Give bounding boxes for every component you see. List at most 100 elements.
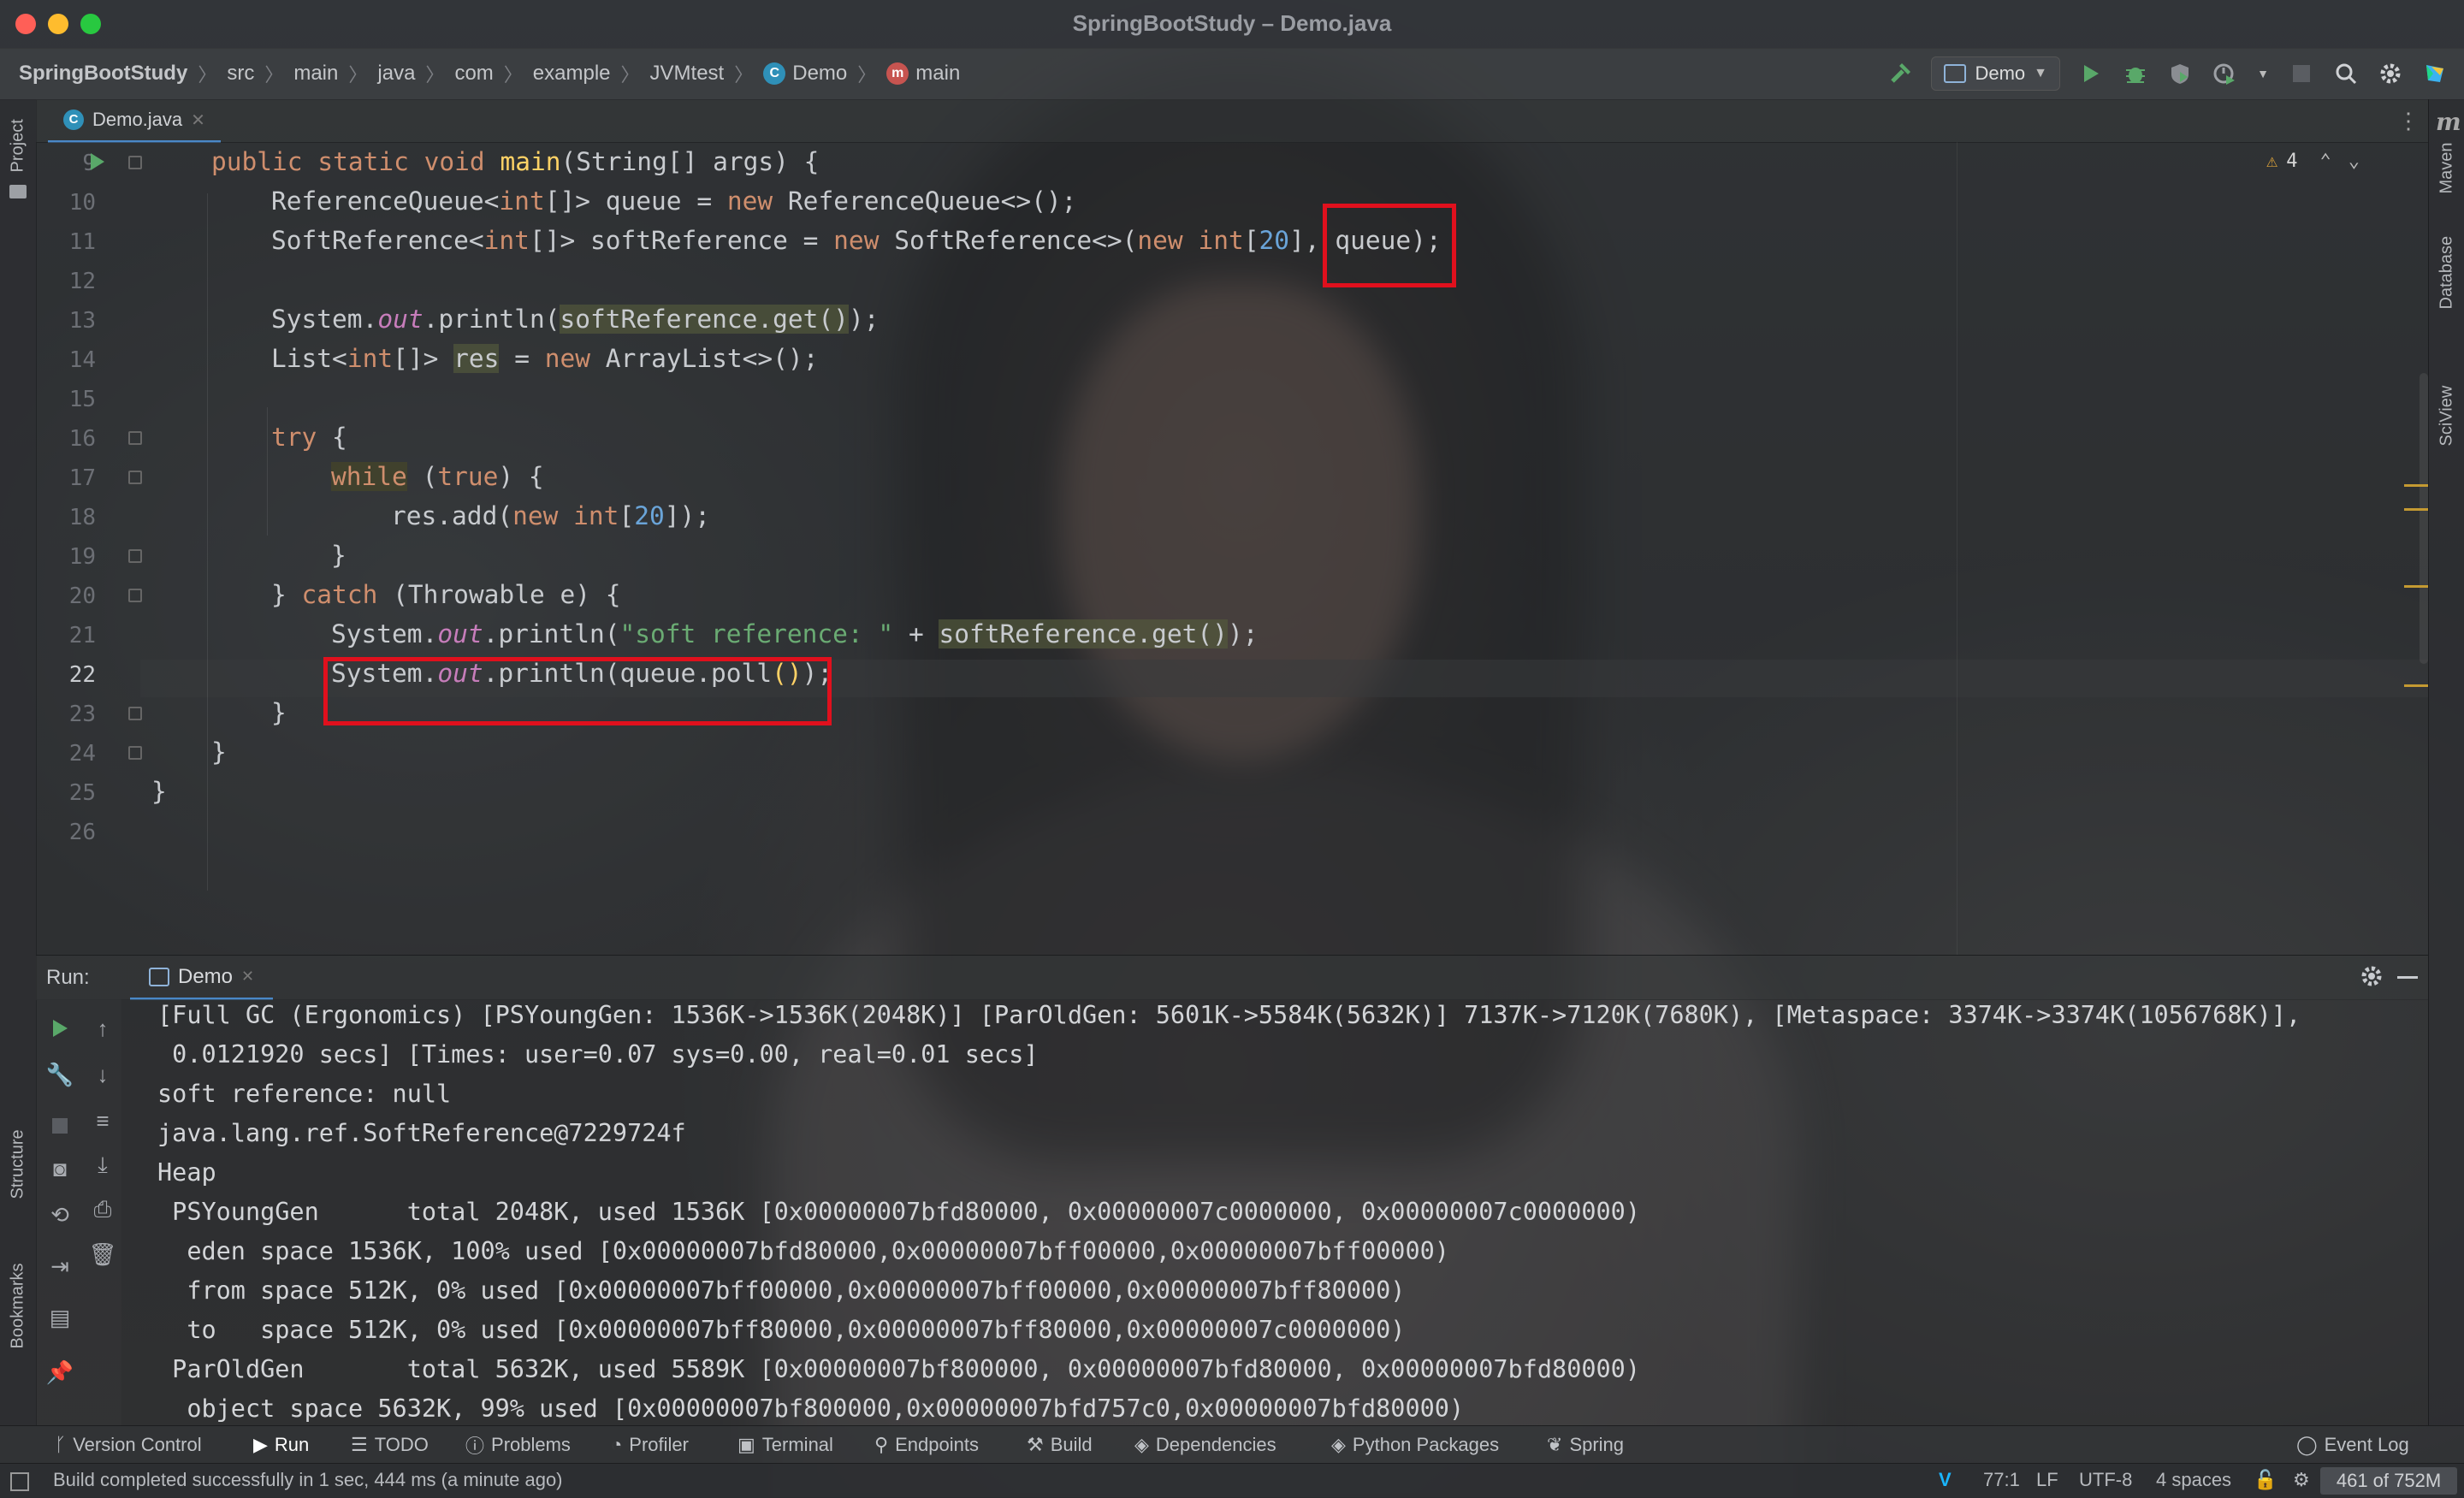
tab-demo-java[interactable]: C Demo.java ✕ <box>48 99 221 143</box>
breadcrumb-src[interactable]: src <box>227 62 254 86</box>
line-number: 25 <box>68 780 96 806</box>
arrow-down-icon[interactable]: ↓ <box>86 1057 120 1092</box>
breadcrumb-method-main[interactable]: m main <box>886 62 960 86</box>
profiler-icon[interactable] <box>2211 60 2238 87</box>
dependencies-icon: ◈ <box>1134 1434 1149 1455</box>
tab-python-packages[interactable]: ◈ Python Packages <box>1331 1431 1499 1459</box>
breadcrumb-example[interactable]: example <box>533 62 611 86</box>
print-icon[interactable]: ⎙ <box>86 1193 120 1227</box>
line-separator[interactable]: LF <box>2036 1469 2058 1491</box>
lock-icon[interactable]: 🔓 <box>2254 1469 2277 1491</box>
more-run-options-chevron-icon[interactable]: ▼ <box>2255 60 2271 87</box>
fold-icon[interactable] <box>128 471 142 484</box>
run-label: Run: <box>46 966 90 989</box>
jetbrains-toolbox-icon[interactable] <box>2421 60 2449 87</box>
maven-tool-button[interactable]: Maven <box>2437 142 2457 193</box>
chevron-up-icon[interactable]: ⌃ <box>2320 151 2331 172</box>
camera-icon[interactable]: ◙ <box>43 1152 77 1186</box>
exit-icon[interactable]: ⇥ <box>43 1249 77 1283</box>
inspection-widget[interactable]: ⚠ 4 ⌃ ⌄ <box>2266 151 2360 172</box>
tab-dependencies[interactable]: ◈ Dependencies <box>1134 1431 1276 1459</box>
toggle-tool-windows-icon[interactable] <box>10 1472 29 1491</box>
breadcrumb-java[interactable]: java <box>377 62 415 86</box>
gear-icon[interactable] <box>2360 964 2384 992</box>
tab-event-log[interactable]: ◯ Event Log <box>2296 1431 2409 1459</box>
inspection-profile-icon[interactable]: ⚙ <box>2293 1469 2310 1491</box>
run-tab-label: Demo <box>178 964 234 988</box>
project-tool-button[interactable]: Project <box>9 119 28 172</box>
pin-icon[interactable]: 📌 <box>43 1355 77 1389</box>
run-tool-window-header: Run: Demo ✕ <box>36 955 2428 1000</box>
play-icon: ▶ <box>253 1434 268 1455</box>
editor-scrollbar[interactable] <box>2420 373 2428 664</box>
structure-tool-button[interactable]: Structure <box>9 1129 28 1199</box>
warning-stripe-marker[interactable] <box>2404 585 2428 588</box>
fold-icon[interactable] <box>128 707 142 720</box>
file-encoding[interactable]: UTF-8 <box>2079 1469 2132 1491</box>
console-output[interactable]: [Full GC (Ergonomics) [PSYoungGen: 1536K… <box>121 999 2428 1425</box>
close-tab-icon[interactable]: ✕ <box>241 968 254 986</box>
tab-terminal[interactable]: ▣ Terminal <box>737 1431 833 1459</box>
vcs-check-icon[interactable]: V <box>1939 1469 1952 1491</box>
minimize-icon[interactable] <box>2397 976 2418 979</box>
fold-icon[interactable] <box>128 746 142 760</box>
stop-icon[interactable] <box>43 1109 77 1143</box>
status-message[interactable]: Build completed successfully in 1 sec, 4… <box>53 1469 563 1491</box>
tab-label: Dependencies <box>1155 1434 1276 1455</box>
run-gutter-icon[interactable] <box>89 152 106 175</box>
close-tab-icon[interactable]: ✕ <box>191 110 205 131</box>
bottom-tool-tabs: ᚴ Version Control ▶ Run ☰ TODO ⓘ Problems ◔ P… <box>0 1425 2464 1464</box>
coverage-icon[interactable] <box>2166 60 2194 87</box>
run-tab-demo[interactable]: Demo ✕ <box>130 956 274 1000</box>
rerun-icon[interactable] <box>43 1011 77 1045</box>
soft-wrap-icon[interactable]: ≡ <box>86 1104 120 1138</box>
tab-spring[interactable]: ❦ Spring <box>1547 1431 1624 1459</box>
caret-position[interactable]: 77:1 <box>1983 1469 2020 1491</box>
wrench-icon[interactable]: 🔧 <box>43 1057 77 1092</box>
trash-icon[interactable]: 🗑 <box>86 1237 120 1271</box>
right-tool-strip: m Maven Database SciView <box>2428 99 2464 1425</box>
scroll-to-end-icon[interactable]: ⤓ <box>86 1148 120 1182</box>
warning-stripe-marker[interactable] <box>2404 508 2428 511</box>
warning-stripe-marker[interactable] <box>2404 484 2428 487</box>
breadcrumb-com[interactable]: com <box>454 62 493 86</box>
tab-profiler[interactable]: ◔ Profiler <box>611 1431 689 1459</box>
stop-icon[interactable] <box>2288 60 2315 87</box>
breadcrumb-jvmtest[interactable]: JVMtest <box>650 62 725 86</box>
console-line: PSYoungGen total 2048K, used 1536K [0x00… <box>157 1198 1641 1226</box>
code-editor[interactable]: 9 10 11 12 13 14 15 16 17 18 19 20 21 22… <box>36 142 2428 955</box>
tab-build[interactable]: ⚒ Build <box>1027 1431 1093 1459</box>
memory-indicator[interactable]: 461 of 752M <box>2320 1467 2457 1495</box>
fold-icon[interactable] <box>128 431 142 445</box>
run-configuration-select[interactable]: Demo ▼ <box>1931 56 2060 91</box>
database-tool-button[interactable]: Database <box>2437 236 2457 310</box>
breadcrumb-class-label: Demo <box>792 62 848 85</box>
run-icon[interactable] <box>2077 60 2105 87</box>
chevron-down-icon[interactable]: ⌄ <box>2348 151 2360 172</box>
debug-bug-icon[interactable] <box>2122 60 2149 87</box>
layout-icon[interactable]: ▤ <box>43 1300 77 1335</box>
breadcrumb-main[interactable]: main <box>293 62 338 86</box>
indent-setting[interactable]: 4 spaces <box>2156 1469 2231 1491</box>
build-hammer-icon[interactable] <box>1886 60 1914 87</box>
restore-layout-icon[interactable]: ⟲ <box>43 1198 77 1232</box>
bookmarks-tool-button[interactable]: Bookmarks <box>9 1263 28 1348</box>
gear-icon[interactable] <box>2377 60 2404 87</box>
fold-icon[interactable] <box>128 549 142 563</box>
tab-endpoints[interactable]: ⚲ Endpoints <box>874 1431 979 1459</box>
fold-icon[interactable] <box>128 156 142 169</box>
tab-version-control[interactable]: ᚴ Version Control <box>55 1431 202 1459</box>
tab-todo[interactable]: ☰ TODO <box>351 1431 429 1459</box>
breadcrumb-class-demo[interactable]: C Demo <box>763 62 847 86</box>
arrow-up-icon[interactable]: ↑ <box>86 1011 120 1045</box>
sciview-tool-button[interactable]: SciView <box>2437 386 2457 447</box>
breadcrumb-project[interactable]: SpringBootStudy <box>19 62 187 86</box>
tab-problems[interactable]: ⓘ Problems <box>465 1431 571 1459</box>
search-icon[interactable] <box>2332 60 2360 87</box>
line-number: 9 <box>82 151 96 176</box>
tab-run[interactable]: ▶ Run <box>253 1431 309 1459</box>
fold-icon[interactable] <box>128 589 142 602</box>
left-tool-strip: Project Structure Bookmarks <box>0 99 37 1425</box>
warning-stripe-marker[interactable] <box>2404 684 2428 687</box>
more-options-icon[interactable]: ⋮ <box>2397 108 2420 134</box>
